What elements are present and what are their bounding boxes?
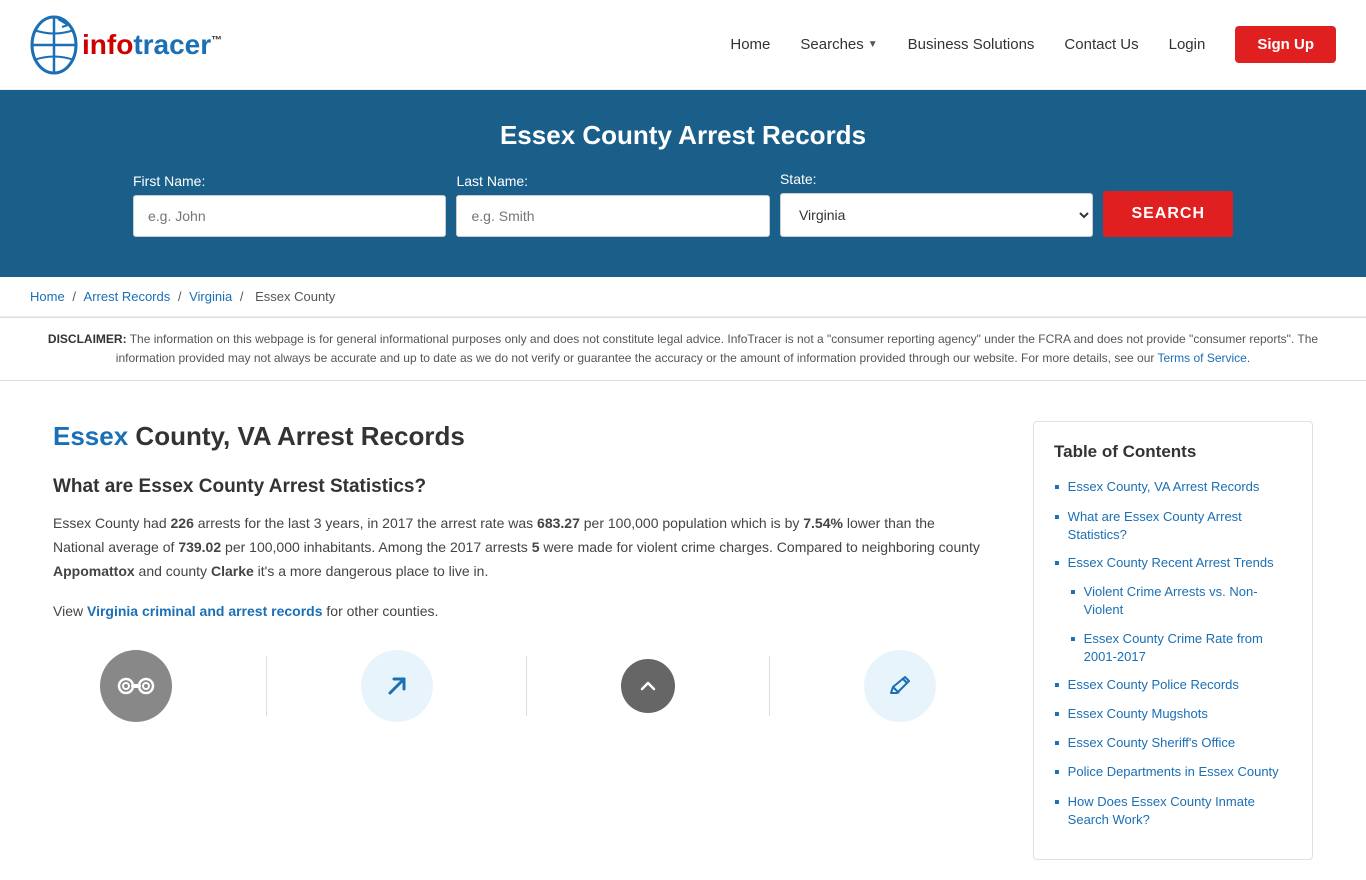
nav-contact-us[interactable]: Contact Us [1064, 36, 1138, 53]
toc-link-2[interactable]: What are Essex County Arrest Statistics? [1068, 508, 1292, 544]
breadcrumb-essex-county: Essex County [255, 289, 335, 304]
signup-button[interactable]: Sign Up [1235, 26, 1336, 63]
header: infotracer™ Home Searches ▼ Business Sol… [0, 0, 1366, 90]
virginia-records-link[interactable]: Virginia criminal and arrest records [87, 603, 323, 619]
toc-bullet1: ▪ [1054, 478, 1060, 497]
search-form: First Name: Last Name: State: Virginia A… [133, 171, 1233, 237]
toc-item-7: ▪ Essex County Mugshots [1054, 705, 1292, 724]
disclaimer-label: DISCLAIMER: [48, 332, 127, 346]
toc-item-6: ▪ Essex County Police Records [1054, 676, 1292, 695]
breadcrumb-home[interactable]: Home [30, 289, 65, 304]
toc-box: Table of Contents ▪ Essex County, VA Arr… [1033, 421, 1313, 860]
last-name-label: Last Name: [456, 173, 769, 189]
toc-item-8: ▪ Essex County Sheriff's Office [1054, 734, 1292, 753]
breadcrumb-virginia[interactable]: Virginia [189, 289, 232, 304]
divider3 [769, 656, 770, 716]
toc-bullet5: ▪ [1070, 630, 1076, 649]
icon-scroll-top[interactable] [621, 659, 675, 713]
chevron-down-icon: ▼ [868, 39, 878, 50]
icon-handcuffs [100, 650, 172, 722]
last-name-group: Last Name: [456, 173, 769, 237]
toc-bullet4: ▪ [1070, 583, 1076, 602]
toc-bullet6: ▪ [1054, 676, 1060, 695]
logo-blue-text: tracer [133, 29, 211, 60]
main-nav: Home Searches ▼ Business Solutions Conta… [730, 26, 1336, 63]
state-group: State: Virginia Alabama Alaska Arizona C… [780, 171, 1093, 237]
nav-home[interactable]: Home [730, 36, 770, 53]
breadcrumb-sep2: / [178, 289, 185, 304]
state-label: State: [780, 171, 1093, 187]
toc-bullet8: ▪ [1054, 734, 1060, 753]
logo-icon [30, 15, 78, 75]
toc-item-5: ▪ Essex County Crime Rate from 2001-2017 [1070, 630, 1292, 666]
last-name-input[interactable] [456, 195, 769, 237]
search-button[interactable]: SEARCH [1103, 191, 1233, 237]
toc-link-8[interactable]: Essex County Sheriff's Office [1068, 734, 1235, 752]
toc-item-9: ▪ Police Departments in Essex County [1054, 763, 1292, 782]
divider1 [266, 656, 267, 716]
breadcrumb-sep1: / [72, 289, 79, 304]
article-paragraph2: View Virginia criminal and arrest record… [53, 600, 983, 624]
nav-searches[interactable]: Searches ▼ [800, 36, 877, 53]
first-name-group: First Name: [133, 173, 446, 237]
divider2 [526, 656, 527, 716]
pencil-icon [864, 650, 936, 722]
login-button[interactable]: Login [1169, 36, 1206, 53]
toc-item-3: ▪ Essex County Recent Arrest Trends [1054, 554, 1292, 573]
toc-item-2: ▪ What are Essex County Arrest Statistic… [1054, 508, 1292, 544]
toc-item-10: ▪ How Does Essex County Inmate Search Wo… [1054, 793, 1292, 829]
toc-item-4: ▪ Violent Crime Arrests vs. Non-Violent [1070, 583, 1292, 619]
toc-link-6[interactable]: Essex County Police Records [1068, 676, 1239, 694]
heading-highlight: Essex [53, 421, 128, 451]
article-paragraph1: Essex County had 226 arrests for the las… [53, 512, 983, 583]
article: Essex County, VA Arrest Records What are… [43, 401, 1013, 880]
breadcrumb-sep3: / [240, 289, 247, 304]
first-name-input[interactable] [133, 195, 446, 237]
toc-link-7[interactable]: Essex County Mugshots [1068, 705, 1208, 723]
icon-row [53, 640, 983, 732]
toc-item-1: ▪ Essex County, VA Arrest Records [1054, 478, 1292, 497]
toc-link-1[interactable]: Essex County, VA Arrest Records [1068, 478, 1260, 496]
icon-arrow-up [361, 650, 433, 722]
first-name-label: First Name: [133, 173, 446, 189]
article-heading: Essex County, VA Arrest Records [53, 421, 983, 452]
arrow-up-icon [361, 650, 433, 722]
toc-bullet7: ▪ [1054, 705, 1060, 724]
toc-bullet9: ▪ [1054, 763, 1060, 782]
toc-link-4[interactable]: Violent Crime Arrests vs. Non-Violent [1084, 583, 1292, 619]
toc-link-3[interactable]: Essex County Recent Arrest Trends [1068, 554, 1274, 572]
nav-business-solutions[interactable]: Business Solutions [908, 36, 1035, 53]
toc-link-5[interactable]: Essex County Crime Rate from 2001-2017 [1084, 630, 1292, 666]
disclaimer: DISCLAIMER: The information on this webp… [0, 317, 1366, 381]
page-title: Essex County Arrest Records [20, 120, 1346, 151]
breadcrumb-arrest-records[interactable]: Arrest Records [84, 289, 171, 304]
toc-list: ▪ Essex County, VA Arrest Records ▪ What… [1054, 478, 1292, 829]
state-select[interactable]: Virginia Alabama Alaska Arizona Californ… [780, 193, 1093, 237]
hero-section: Essex County Arrest Records First Name: … [0, 90, 1366, 277]
toc-bullet10: ▪ [1054, 793, 1060, 812]
icon-pencil [864, 650, 936, 722]
toc-link-9[interactable]: Police Departments in Essex County [1068, 763, 1279, 781]
logo-tm: ™ [211, 34, 222, 46]
breadcrumb: Home / Arrest Records / Virginia / Essex… [0, 277, 1366, 317]
terms-of-service-link[interactable]: Terms of Service [1158, 351, 1247, 365]
toc-heading: Table of Contents [1054, 442, 1292, 462]
main-content: Essex County, VA Arrest Records What are… [23, 381, 1343, 880]
handcuffs-icon [100, 650, 172, 722]
sidebar: Table of Contents ▪ Essex County, VA Arr… [1013, 401, 1323, 880]
scroll-top-button[interactable] [621, 659, 675, 713]
heading-rest: County, VA Arrest Records [128, 421, 465, 451]
logo-red-text: info [82, 29, 133, 60]
section1-heading: What are Essex County Arrest Statistics? [53, 476, 983, 498]
disclaimer-text: The information on this webpage is for g… [116, 332, 1318, 365]
toc-bullet2: ▪ [1054, 508, 1060, 527]
toc-bullet3: ▪ [1054, 554, 1060, 573]
logo[interactable]: infotracer™ [30, 15, 222, 75]
toc-link-10[interactable]: How Does Essex County Inmate Search Work… [1068, 793, 1292, 829]
